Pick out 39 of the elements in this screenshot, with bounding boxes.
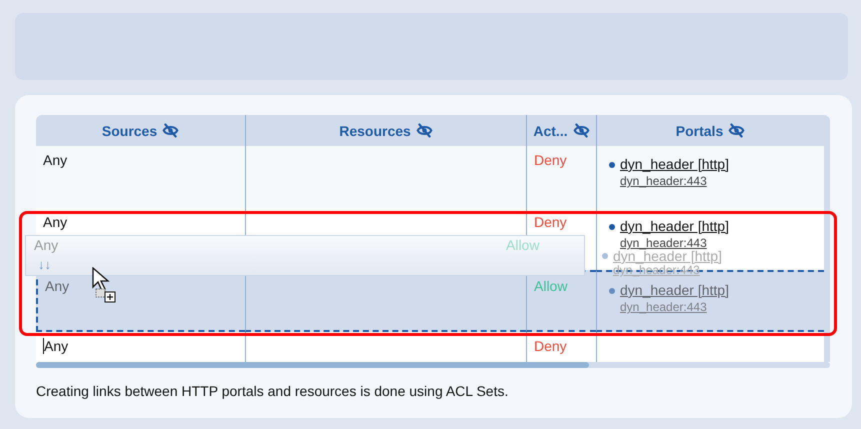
portal-link[interactable]: dyn_header [http] [620,156,729,172]
action-text: Allow [506,237,540,253]
bullet-icon [609,288,615,294]
address-link[interactable]: dyn_header:443 [620,300,707,314]
hidden-eye-icon[interactable] [162,122,180,139]
vertical-scrollbar[interactable] [824,146,830,208]
horizontal-scrollbar[interactable] [36,362,830,368]
action-text: Deny [534,152,567,168]
source-text: Any [34,237,58,253]
vertical-scrollbar[interactable] [824,208,830,270]
source-text: Any [43,152,68,168]
source-text: Any [43,214,68,230]
column-header[interactable]: Sources [36,115,245,146]
drag-cursor-icon [92,267,118,303]
portal-link[interactable]: dyn_header [http] [620,218,729,234]
scrollbar-thumb[interactable] [36,362,589,368]
hidden-eye-icon[interactable] [728,122,746,139]
address-link[interactable]: dyn_header:443 [620,236,707,250]
action-text: Allow [534,278,568,294]
move-arrows: ↓↓ [38,257,51,272]
action-text: Deny [534,214,567,230]
column-header[interactable]: Resources [245,115,526,146]
column-header[interactable]: Act... [526,115,596,146]
info-text: Creating links between HTTP portals and resources is done using ACL Sets. [36,383,510,399]
column-title[interactable]: Resources [339,122,411,138]
column-header[interactable]: Portals [596,115,824,146]
hidden-eye-icon[interactable] [572,122,590,139]
vertical-scrollbar[interactable] [824,332,830,362]
hidden-eye-icon[interactable] [416,122,433,139]
address-link[interactable]: dyn_header:443 [620,174,707,188]
column-title[interactable]: Act... [533,122,568,138]
action-text: Deny [534,338,567,354]
portal-link[interactable]: dyn_header [http] [620,282,729,298]
source-text: Any [43,338,68,354]
bullet-icon [609,162,615,168]
column-title[interactable]: Sources [102,122,158,138]
column-title[interactable]: Portals [676,122,724,138]
bullet-icon [609,224,615,230]
source-text: Any [45,278,70,294]
